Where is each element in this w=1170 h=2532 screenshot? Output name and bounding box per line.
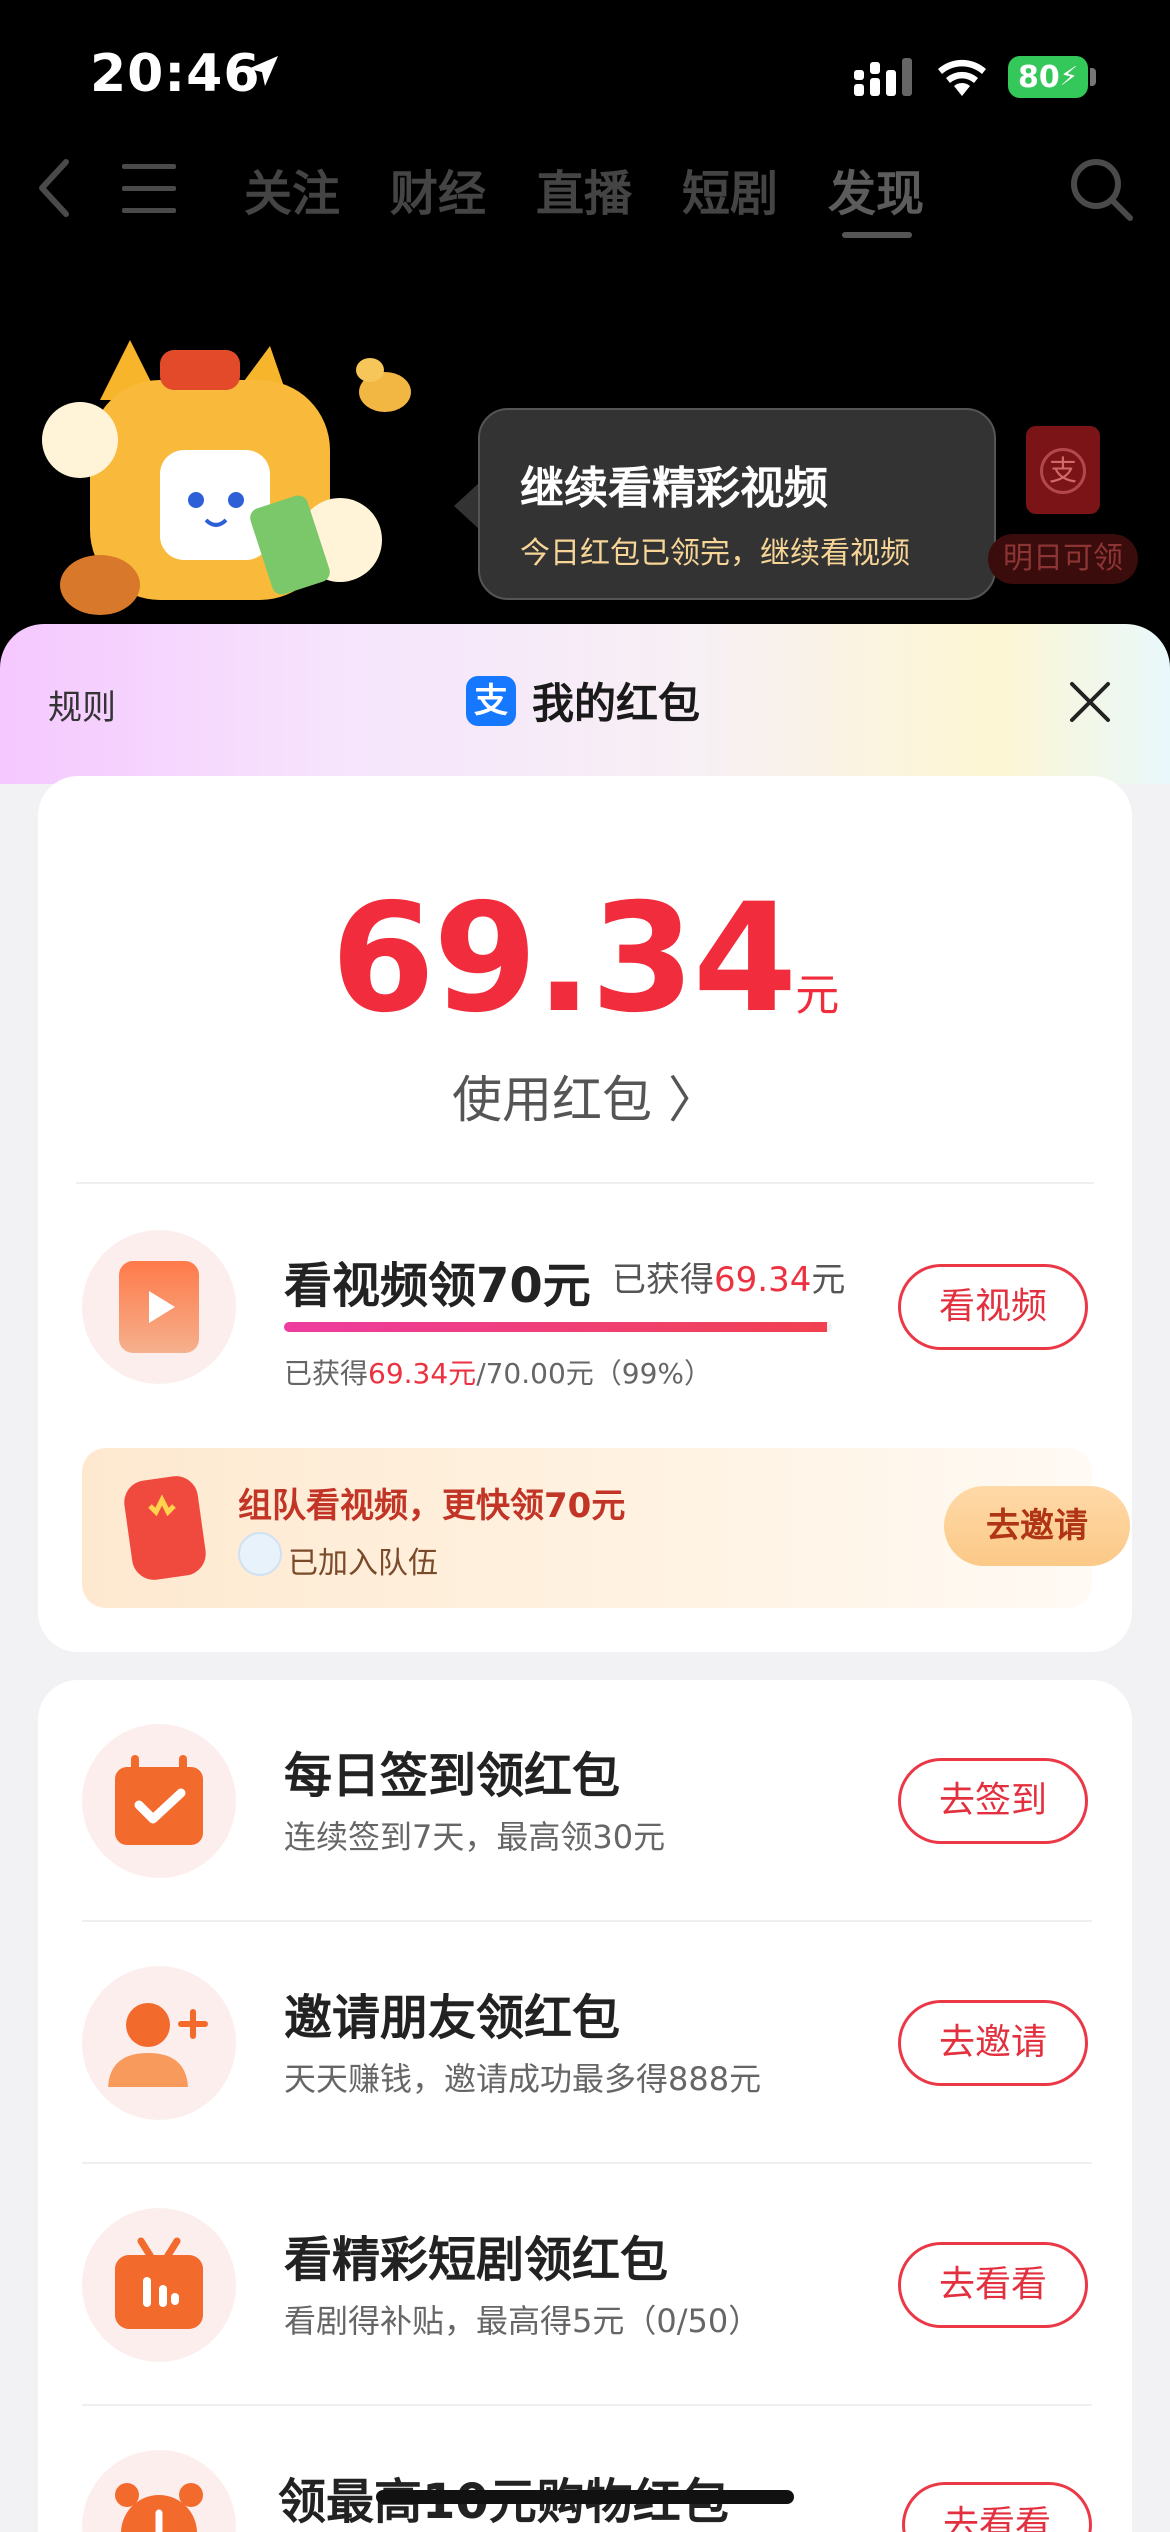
alarm-clock-icon	[115, 2483, 203, 2532]
invite-icon-wrap	[82, 1966, 236, 2120]
calendar-check-icon	[115, 1755, 203, 1845]
earned-value: 69.34	[714, 1260, 812, 1300]
tasks-card: 每日签到领红包 连续签到7天，最高领30元 去签到 邀请朋友领红包 天天赚钱，邀…	[38, 1680, 1132, 2532]
tab-discover[interactable]: 发现	[828, 154, 924, 224]
video-task-title: 看视频领70元	[284, 1258, 591, 1314]
bubble-subtitle: 今日红包已领完，继续看视频	[520, 536, 910, 571]
progress-prefix: 已获得	[284, 1357, 369, 1390]
team-status: 已加入队伍	[288, 1546, 438, 1581]
tab-live[interactable]: 直播	[536, 154, 632, 224]
row-divider	[82, 1920, 1092, 1922]
row-divider	[82, 2162, 1092, 2164]
invite-subtitle: 天天赚钱，邀请成功最多得888元	[284, 2060, 762, 2098]
shopping-button[interactable]: 去看看	[902, 2482, 1092, 2532]
checkin-subtitle: 连续签到7天，最高领30元	[284, 1818, 666, 1856]
search-icon[interactable]	[1066, 154, 1136, 224]
earned-unit: 元	[811, 1260, 846, 1300]
amount-value: 69.34	[330, 872, 797, 1046]
video-task-icon-wrap	[82, 1230, 236, 1384]
invite-title: 邀请朋友领红包	[284, 1990, 621, 2046]
watch-video-button[interactable]: 看视频	[898, 1264, 1088, 1350]
drama-title: 看精彩短剧领红包	[284, 2232, 669, 2288]
checkin-button[interactable]: 去签到	[898, 1758, 1088, 1844]
tab-follow[interactable]: 关注	[244, 154, 340, 224]
divider	[76, 1182, 1094, 1184]
team-avatar	[238, 1532, 282, 1576]
progress-value: 69.34元	[368, 1357, 477, 1390]
back-icon[interactable]	[34, 156, 74, 220]
alipay-icon: 支	[466, 675, 516, 726]
rules-link[interactable]: 规则	[48, 680, 116, 729]
video-progress-bar	[284, 1322, 832, 1332]
team-banner: 组队看视频，更快领70元 已加入队伍 去邀请	[82, 1448, 1130, 1608]
play-video-icon	[119, 1261, 199, 1353]
battery-level: 80	[1017, 59, 1060, 95]
amount-unit: 元	[795, 970, 840, 1021]
battery-tip	[1090, 68, 1096, 86]
drama-button[interactable]: 去看看	[898, 2242, 1088, 2328]
sheet-title-text: 我的红包	[532, 679, 701, 728]
tv-icon	[115, 2237, 203, 2329]
location-arrow-icon	[248, 56, 278, 86]
wifi-icon	[938, 59, 986, 96]
progress-suffix: /70.00元（99%）	[476, 1357, 713, 1390]
tomorrow-available-label: 明日可领	[988, 534, 1138, 584]
close-icon[interactable]	[1066, 678, 1114, 726]
video-progress-text: 已获得69.34元/70.00元（99%）	[284, 1352, 712, 1392]
active-tab-indicator	[842, 232, 912, 238]
checkin-icon-wrap	[82, 1724, 236, 1878]
balance-amount: 69.34元	[38, 872, 1132, 1046]
charging-icon: ⚡	[1059, 62, 1078, 92]
battery-indicator: 80 ⚡	[1008, 56, 1088, 98]
tab-finance[interactable]: 财经	[390, 154, 486, 224]
use-red-packet-link[interactable]: 使用红包 〉	[38, 1060, 1132, 1132]
checkin-title: 每日签到领红包	[284, 1748, 621, 1804]
status-bar: 20:46 80 ⚡	[0, 0, 1170, 150]
drama-subtitle: 看剧得补贴，最高得5元（0/50）	[284, 2302, 761, 2340]
video-task-earned: 已获得69.34元	[612, 1252, 845, 1301]
sheet-title: 支 我的红包	[466, 670, 700, 731]
cat-mascot-image	[42, 340, 411, 615]
red-envelope-icon	[124, 1476, 206, 1580]
video-progress-fill	[284, 1322, 827, 1332]
tab-short-drama[interactable]: 短剧	[682, 154, 778, 224]
bubble-tail	[454, 482, 480, 530]
team-title: 组队看视频，更快领70元	[238, 1486, 626, 1526]
team-invite-button[interactable]: 去邀请	[944, 1486, 1130, 1566]
bubble-title: 继续看精彩视频	[520, 463, 828, 514]
row-divider	[82, 2404, 1092, 2406]
home-indicator	[376, 2490, 794, 2504]
invite-button[interactable]: 去邀请	[898, 2000, 1088, 2086]
cellular-signal-icon	[854, 58, 912, 96]
top-nav: 关注 财经 直播 短剧 发现	[0, 140, 1170, 250]
earned-prefix: 已获得	[612, 1260, 714, 1300]
sheet-header: 规则 支 我的红包	[0, 624, 1170, 774]
continue-watching-bubble[interactable]: 继续看精彩视频 今日红包已领完，继续看视频	[478, 408, 996, 600]
status-time: 20:46	[90, 44, 261, 104]
menu-icon[interactable]	[120, 158, 178, 218]
drama-icon-wrap	[82, 2208, 236, 2362]
balance-card: 69.34元 使用红包 〉 看视频领70元 已获得69.34元 已获得69.34…	[38, 776, 1132, 1652]
shopping-icon-wrap	[82, 2450, 236, 2532]
red-envelope-mark: 支	[1040, 448, 1086, 494]
add-friend-icon	[108, 2003, 208, 2087]
